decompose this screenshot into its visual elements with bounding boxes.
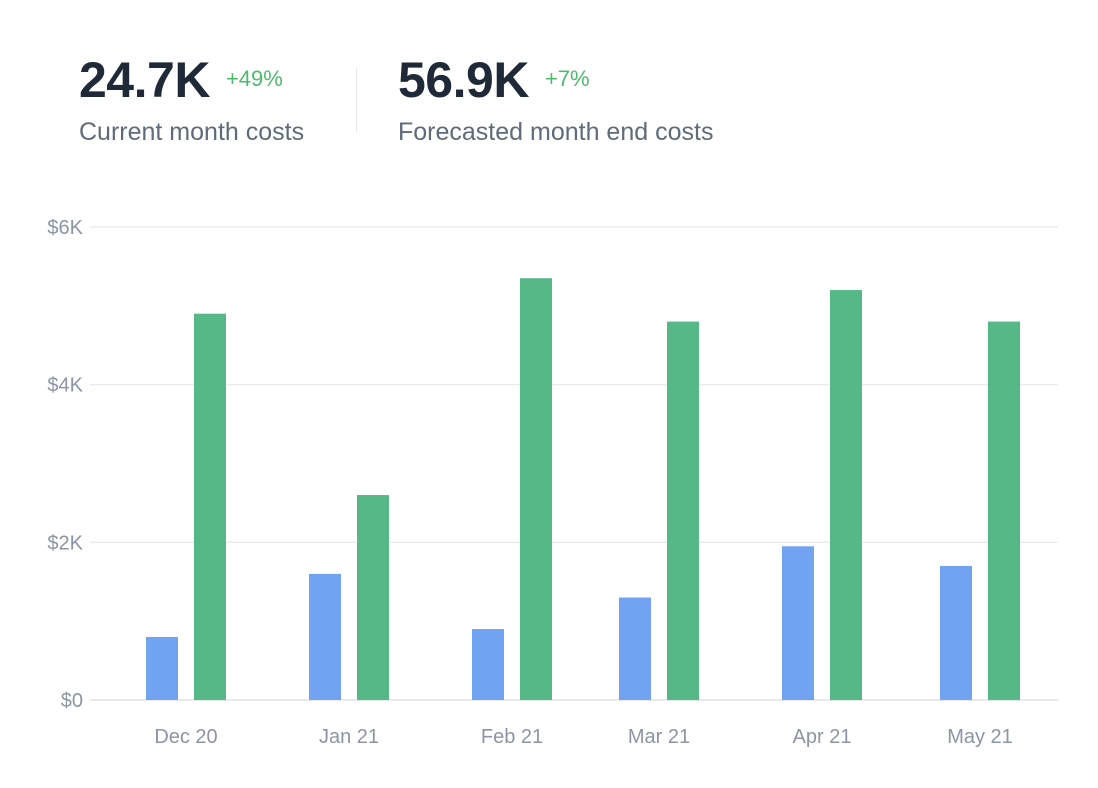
bar-current: [146, 636, 178, 700]
bar-forecast: [988, 321, 1020, 700]
bar-current: [472, 629, 504, 700]
x-tick-label: Mar 21: [628, 726, 690, 748]
bar-forecast: [520, 278, 552, 700]
x-tick-label: May 21: [947, 726, 1013, 748]
bar-current: [782, 546, 814, 700]
x-tick-label: Apr 21: [793, 726, 852, 748]
x-tick-label: Dec 20: [154, 726, 217, 748]
y-tick-label: $2K: [47, 532, 83, 554]
y-tick-label: $6K: [47, 217, 83, 239]
x-tick-label: Jan 21: [319, 726, 379, 748]
bar-current: [940, 565, 972, 700]
cost-card: 24.7K +49% Current month costs 56.9K +7% F…: [0, 0, 1098, 788]
x-tick-label: Feb 21: [481, 726, 543, 748]
bar-forecast: [667, 321, 699, 700]
y-tick-label: $4K: [47, 375, 83, 397]
bar-forecast: [357, 495, 389, 700]
bar-current: [309, 573, 341, 700]
bar-forecast: [830, 290, 862, 700]
bar-current: [619, 597, 651, 700]
y-tick-label: $0: [61, 690, 83, 712]
monthly-cost-bar-chart: $0 $2K $4K $6K Dec 20 Jan 21 Feb 21 Mar 21 Apr 2…: [47, 217, 1058, 748]
bar-forecast: [194, 313, 226, 700]
